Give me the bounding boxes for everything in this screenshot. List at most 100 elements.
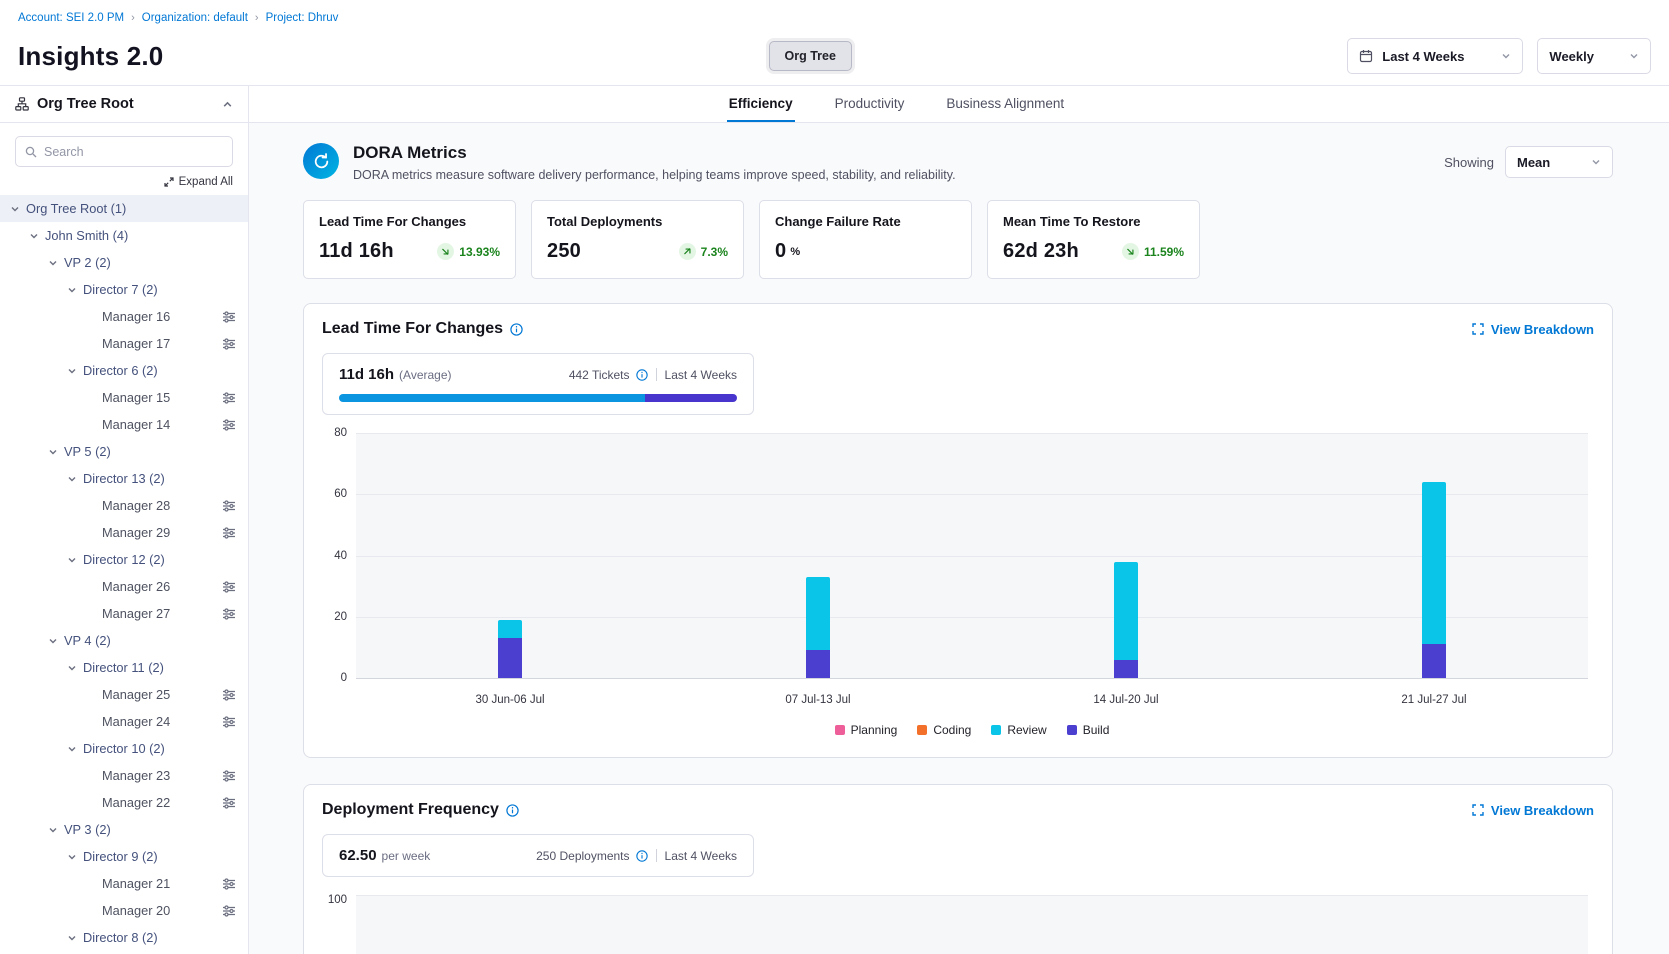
- tree-item-manager-27[interactable]: Manager 27: [0, 600, 248, 627]
- metric-card-lead-time-for-changes[interactable]: Lead Time For Changes11d 16h13.93%: [303, 200, 516, 279]
- chevron-down-icon[interactable]: [67, 933, 83, 943]
- tree-item-john-smith-4[interactable]: John Smith (4): [0, 222, 248, 249]
- chevron-down-icon[interactable]: [48, 258, 64, 268]
- expand-all-button[interactable]: Expand All: [0, 169, 248, 195]
- info-icon[interactable]: [510, 323, 523, 336]
- chevron-down-icon[interactable]: [29, 231, 45, 241]
- filter-sliders-icon[interactable]: [222, 608, 236, 620]
- tree-item-director-10-2[interactable]: Director 10 (2): [0, 735, 248, 762]
- tab-efficiency[interactable]: Efficiency: [727, 86, 795, 122]
- filter-sliders-icon[interactable]: [222, 527, 236, 539]
- tree-item-manager-22[interactable]: Manager 22: [0, 789, 248, 816]
- tree-item-manager-29[interactable]: Manager 29: [0, 519, 248, 546]
- filter-sliders-icon[interactable]: [222, 878, 236, 890]
- tree-item-vp-4-2[interactable]: VP 4 (2): [0, 627, 248, 654]
- chevron-down-icon[interactable]: [48, 825, 64, 835]
- deployment-frequency-summary-meta: 250 Deployments Last 4 Weeks: [536, 849, 737, 863]
- filter-sliders-icon[interactable]: [222, 500, 236, 512]
- metric-card-unit: %: [790, 246, 800, 258]
- chevron-down-icon[interactable]: [67, 555, 83, 565]
- filter-sliders-icon[interactable]: [222, 581, 236, 593]
- filter-sliders-icon[interactable]: [222, 311, 236, 323]
- tab-business-alignment[interactable]: Business Alignment: [944, 86, 1066, 122]
- chevron-down-icon[interactable]: [67, 852, 83, 862]
- tree-item-vp-2-2[interactable]: VP 2 (2): [0, 249, 248, 276]
- info-icon[interactable]: [506, 804, 519, 817]
- lead-time-distribution-bar: [339, 394, 737, 402]
- tree-item-manager-26[interactable]: Manager 26: [0, 573, 248, 600]
- stacked-bar-30-jun-06-jul[interactable]: [498, 620, 522, 678]
- tree-item-director-12-2[interactable]: Director 12 (2): [0, 546, 248, 573]
- tree-item-vp-3-2[interactable]: VP 3 (2): [0, 816, 248, 843]
- tree-item-manager-23[interactable]: Manager 23: [0, 762, 248, 789]
- tree-item-director-11-2[interactable]: Director 11 (2): [0, 654, 248, 681]
- chevron-down-icon[interactable]: [67, 474, 83, 484]
- tree-item-manager-20[interactable]: Manager 20: [0, 897, 248, 924]
- tree-item-manager-17[interactable]: Manager 17: [0, 330, 248, 357]
- filter-sliders-icon[interactable]: [222, 419, 236, 431]
- metric-card-mean-time-to-restore[interactable]: Mean Time To Restore62d 23h11.59%: [987, 200, 1200, 279]
- page-title: Insights 2.0: [18, 41, 163, 72]
- tree-item-director-8-2[interactable]: Director 8 (2): [0, 924, 248, 951]
- tree-item-manager-28[interactable]: Manager 28: [0, 492, 248, 519]
- legend-item-build[interactable]: Build: [1067, 723, 1110, 737]
- chevron-down-icon[interactable]: [67, 366, 83, 376]
- info-icon[interactable]: [636, 850, 648, 862]
- metric-card-change-failure-rate[interactable]: Change Failure Rate0%: [759, 200, 972, 279]
- filter-sliders-icon[interactable]: [222, 770, 236, 782]
- filter-sliders-icon[interactable]: [222, 797, 236, 809]
- tree-item-director-13-2[interactable]: Director 13 (2): [0, 465, 248, 492]
- tree-item-org-tree-root-1[interactable]: Org Tree Root (1): [0, 195, 248, 222]
- lead-time-plot-area: 020406080: [356, 433, 1588, 678]
- tree-item-director-7-2[interactable]: Director 7 (2): [0, 276, 248, 303]
- metric-card-delta-value: 13.93%: [459, 245, 500, 259]
- legend-item-planning[interactable]: Planning: [835, 723, 898, 737]
- breadcrumb-link-account-sei-2-0-pm[interactable]: Account: SEI 2.0 PM: [18, 12, 124, 24]
- chevron-down-icon[interactable]: [67, 285, 83, 295]
- deployment-frequency-view-breakdown-button[interactable]: View Breakdown: [1472, 803, 1594, 818]
- tree-item-manager-24[interactable]: Manager 24: [0, 708, 248, 735]
- breadcrumb-link-organization-default[interactable]: Organization: default: [142, 12, 248, 24]
- stacked-bar-21-jul-27-jul[interactable]: [1422, 482, 1446, 678]
- tree-item-manager-21[interactable]: Manager 21: [0, 870, 248, 897]
- legend-item-review[interactable]: Review: [991, 723, 1046, 737]
- org-tree-button[interactable]: Org Tree: [769, 41, 852, 71]
- chevron-down-icon[interactable]: [10, 204, 26, 214]
- chevron-down-icon: [1501, 51, 1511, 61]
- legend-item-coding[interactable]: Coding: [917, 723, 971, 737]
- tree-item-director-6-2[interactable]: Director 6 (2): [0, 357, 248, 384]
- date-range-select[interactable]: Last 4 Weeks: [1347, 38, 1523, 74]
- gridline: [356, 433, 1588, 434]
- chevron-up-icon[interactable]: [222, 99, 233, 110]
- lead-time-panel: Lead Time For Changes View Breakdown: [303, 303, 1613, 758]
- stacked-bar-14-jul-20-jul[interactable]: [1114, 562, 1138, 678]
- chevron-down-icon[interactable]: [67, 744, 83, 754]
- period-label: Last 4 Weeks: [665, 849, 737, 863]
- chevron-down-icon[interactable]: [48, 447, 64, 457]
- metric-card-total-deployments[interactable]: Total Deployments2507.3%: [531, 200, 744, 279]
- filter-sliders-icon[interactable]: [222, 392, 236, 404]
- filter-sliders-icon[interactable]: [222, 338, 236, 350]
- tree-item-manager-25[interactable]: Manager 25: [0, 681, 248, 708]
- filter-sliders-icon[interactable]: [222, 689, 236, 701]
- showing-select[interactable]: Mean: [1505, 146, 1613, 178]
- lead-time-view-breakdown-button[interactable]: View Breakdown: [1472, 322, 1594, 337]
- stacked-bar-07-jul-13-jul[interactable]: [806, 577, 830, 678]
- breadcrumb-link-project-dhruv[interactable]: Project: Dhruv: [266, 12, 339, 24]
- tree-item-manager-15[interactable]: Manager 15: [0, 384, 248, 411]
- tree-item-vp-5-2[interactable]: VP 5 (2): [0, 438, 248, 465]
- filter-sliders-icon[interactable]: [222, 905, 236, 917]
- legend-swatch: [917, 725, 927, 735]
- tab-productivity[interactable]: Productivity: [833, 86, 907, 122]
- tree-item-director-9-2[interactable]: Director 9 (2): [0, 843, 248, 870]
- search-input[interactable]: [44, 145, 223, 159]
- tree-item-manager-14[interactable]: Manager 14: [0, 411, 248, 438]
- filter-sliders-icon[interactable]: [222, 716, 236, 728]
- gridline: [356, 617, 1588, 618]
- chevron-down-icon[interactable]: [48, 636, 64, 646]
- chevron-down-icon[interactable]: [67, 663, 83, 673]
- info-icon[interactable]: [636, 369, 648, 381]
- tree-item-manager-16[interactable]: Manager 16: [0, 303, 248, 330]
- deployments-count: 250 Deployments: [536, 849, 629, 863]
- granularity-select[interactable]: Weekly: [1537, 38, 1651, 74]
